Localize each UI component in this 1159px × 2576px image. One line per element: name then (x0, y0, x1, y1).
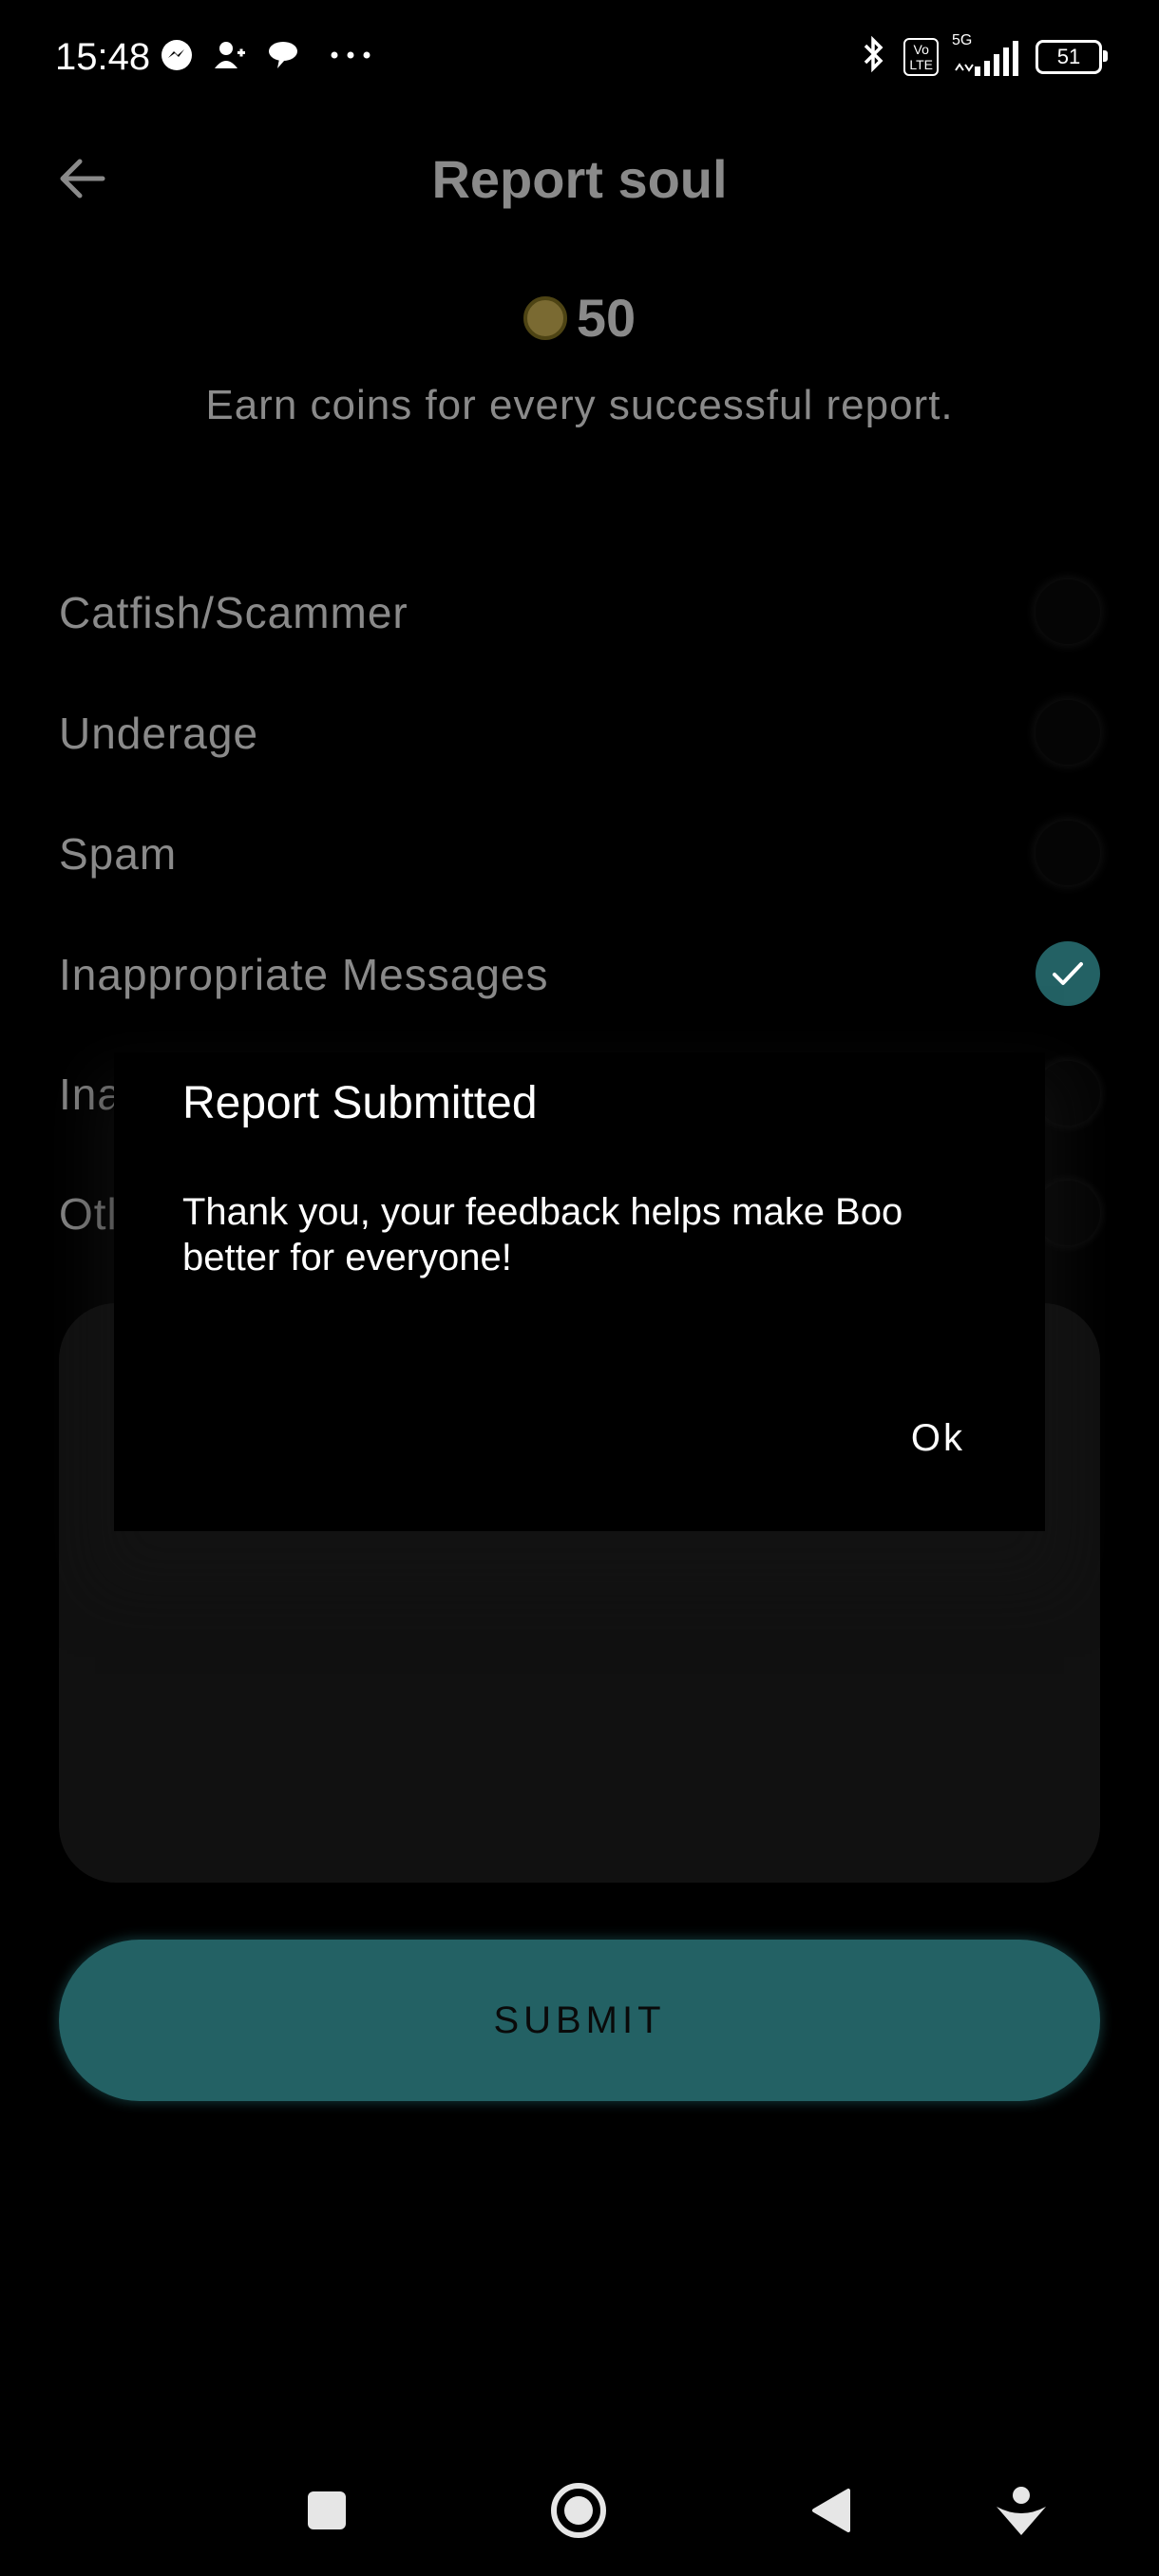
square-icon (306, 2490, 348, 2536)
radio-button[interactable] (1036, 821, 1100, 885)
option-underage[interactable]: Underage (59, 694, 1100, 770)
radio-button-checked[interactable] (1036, 941, 1100, 1006)
dialog-title: Report Submitted (182, 1078, 538, 1128)
page-title: Report soul (431, 149, 728, 209)
option-label: Spam (59, 829, 178, 879)
system-nav-bar (0, 2451, 1159, 2576)
assistant-button[interactable] (988, 2479, 1054, 2546)
submit-button[interactable]: SUBMIT (59, 1940, 1100, 2101)
assistant-icon (993, 2484, 1050, 2542)
coin-reward: 50 (0, 287, 1159, 349)
back-nav-button[interactable] (798, 2479, 864, 2546)
ok-button[interactable]: Ok (911, 1417, 965, 1460)
option-label: Inappropriate Messages (59, 950, 549, 999)
option-label: Otl (59, 1189, 118, 1239)
home-circle-icon (550, 2482, 607, 2544)
coin-amount: 50 (576, 288, 636, 348)
report-submitted-dialog: Report Submitted Thank you, your feedbac… (114, 1052, 1045, 1531)
radio-button[interactable] (1036, 579, 1100, 644)
recents-button[interactable] (294, 2479, 360, 2546)
option-label: Catfish/Scammer (59, 588, 408, 637)
radio-button[interactable] (1036, 1061, 1100, 1126)
reward-description: Earn coins for every successful report. (205, 382, 954, 428)
dialog-message: Thank you, your feedback helps make Boo … (182, 1191, 903, 1279)
option-label: Ina (59, 1070, 123, 1119)
radio-button[interactable] (1036, 1181, 1100, 1245)
radio-button[interactable] (1036, 700, 1100, 765)
option-inappropriate-messages[interactable]: Inappropriate Messages (59, 936, 1100, 1012)
option-catfish-scammer[interactable]: Catfish/Scammer (59, 574, 1100, 650)
option-label: Underage (59, 709, 259, 758)
home-button[interactable] (545, 2479, 612, 2546)
back-triangle-icon (808, 2487, 854, 2539)
coin-icon (522, 295, 567, 340)
option-spam[interactable]: Spam (59, 815, 1100, 891)
